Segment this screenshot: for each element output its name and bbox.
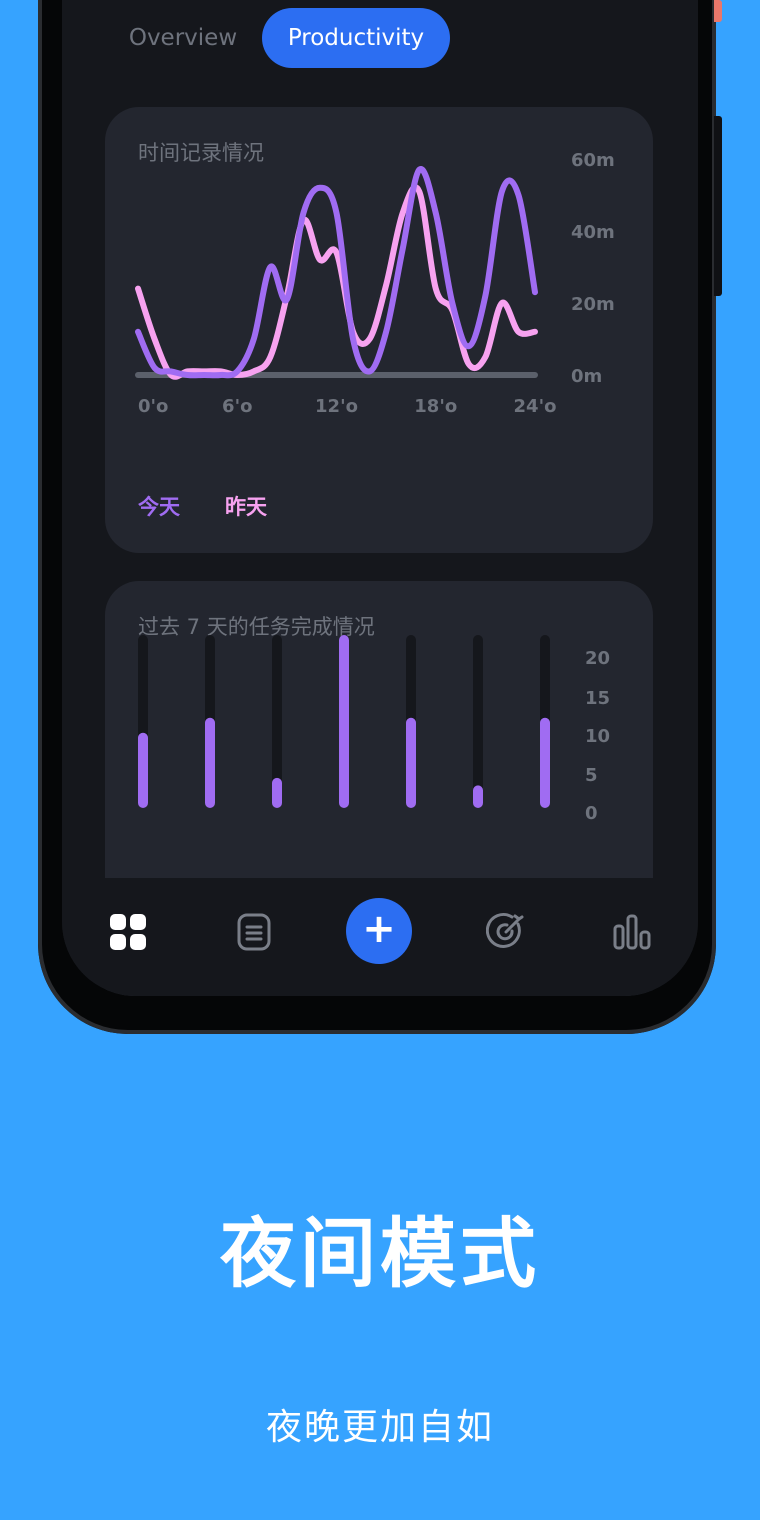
phone-volume-button (714, 116, 722, 296)
series-line (135, 166, 538, 379)
x-tick-label: 24'o (514, 396, 557, 417)
y-tick-label: 60m (571, 150, 615, 171)
add-button[interactable]: + (346, 898, 412, 964)
bar-track (473, 635, 483, 808)
notes-icon[interactable] (234, 912, 274, 952)
y-tick-label: 40m (571, 222, 615, 243)
bar (339, 635, 349, 808)
bar (473, 785, 483, 808)
legend-yesterday[interactable]: 昨天 (225, 491, 267, 521)
y-tick-label: 5 (585, 765, 598, 786)
x-tick-label: 12'o (315, 396, 358, 417)
tab-productivity[interactable]: Productivity (262, 8, 450, 68)
y-tick-label: 20m (571, 294, 615, 315)
y-tick-label: 0 (585, 803, 598, 824)
y-tick-label: 20 (585, 648, 610, 669)
legend-today[interactable]: 今天 (138, 491, 180, 521)
bar (138, 732, 148, 808)
stats-icon[interactable] (612, 912, 652, 952)
y-tick-label: 0m (571, 366, 602, 387)
app-screen: Overview Productivity 时间记录情况 0m 20m 40m 60m… (62, 0, 698, 996)
x-tick-label: 0'o (138, 396, 168, 417)
tab-overview[interactable]: Overview (118, 8, 248, 68)
bar (406, 717, 416, 808)
time-record-card: 时间记录情况 0m 20m 40m 60m 0'o 6'o 12'o 18'o 24'o 今天 … (105, 107, 653, 553)
bottom-nav: + (62, 878, 698, 996)
bar (205, 717, 215, 808)
x-tick-label: 18'o (414, 396, 457, 417)
dashboard-icon[interactable] (108, 912, 148, 952)
goal-icon[interactable] (486, 912, 526, 952)
x-tick-label: 6'o (222, 396, 252, 417)
y-tick-label: 10 (585, 726, 610, 747)
headline: 夜间模式 (220, 1209, 540, 1298)
tab-bar: Overview Productivity (62, 8, 698, 68)
y-tick-label: 15 (585, 688, 610, 709)
subtitle: 夜晚更加自如 (265, 1407, 494, 1448)
bar (540, 717, 550, 808)
phone-side-button (714, 0, 722, 22)
time-line-chart: 0m 20m 40m 60m 0'o 6'o 12'o 18'o 24'o (135, 150, 615, 417)
bar (272, 777, 282, 808)
